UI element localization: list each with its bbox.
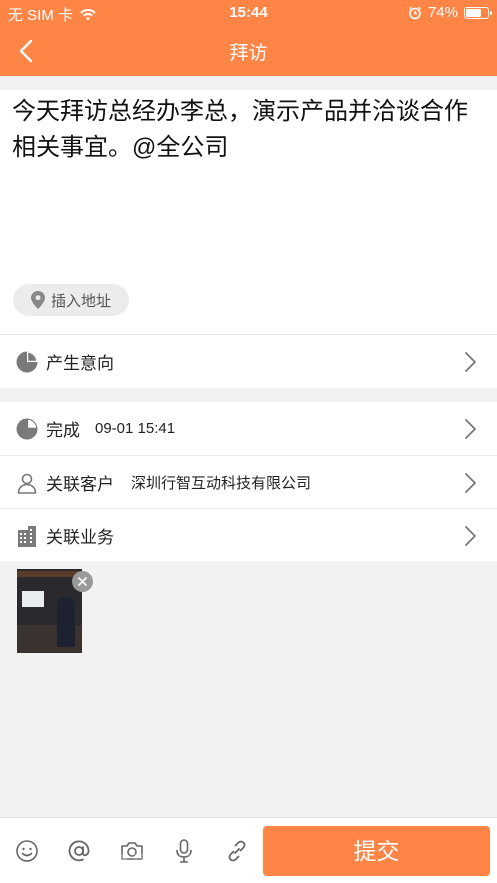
microphone-icon[interactable] xyxy=(171,838,197,864)
chevron-right-icon xyxy=(465,526,476,546)
building-icon xyxy=(18,526,36,547)
battery-fill xyxy=(466,8,481,17)
photo-detail xyxy=(22,591,44,607)
chevron-right-icon xyxy=(465,419,476,439)
insert-address-button[interactable]: 插入地址 xyxy=(13,284,129,316)
business-row[interactable]: 关联业务 xyxy=(0,509,497,562)
location-pin-icon xyxy=(31,291,45,309)
customer-row[interactable]: 关联客户 深圳行智互动科技有限公司 xyxy=(0,456,497,509)
page-title: 拜访 xyxy=(229,43,268,64)
customer-label: 关联客户 xyxy=(46,475,114,494)
compose-text[interactable]: 今天拜访总经办李总，演示产品并洽谈合作相关事宜。@全公司 xyxy=(12,94,477,166)
insert-address-label: 插入地址 xyxy=(51,292,112,310)
emoji-icon[interactable] xyxy=(14,838,40,864)
customer-value: 深圳行智互动科技有限公司 xyxy=(131,475,312,492)
pie-chart-icon xyxy=(16,418,38,440)
photo-detail xyxy=(57,597,75,647)
business-label: 关联业务 xyxy=(46,528,114,547)
status-time-value: 09-01 15:41 xyxy=(95,420,176,437)
battery-icon xyxy=(464,6,492,19)
intent-row[interactable]: 产生意向 xyxy=(0,335,497,388)
status-right: 74% xyxy=(408,4,492,21)
top-gap xyxy=(0,76,497,90)
person-icon xyxy=(17,473,37,494)
mention-icon[interactable] xyxy=(66,838,92,864)
attachments-area xyxy=(0,561,497,817)
status-label: 完成 xyxy=(46,421,80,440)
intent-label: 产生意向 xyxy=(46,354,114,373)
link-icon[interactable] xyxy=(224,838,250,864)
chevron-right-icon xyxy=(465,473,476,493)
remove-photo-button[interactable] xyxy=(72,571,93,592)
alarm-icon xyxy=(409,6,421,19)
status-bar: 无 SIM 卡 15:44 74% xyxy=(0,0,497,26)
compose-area[interactable]: 今天拜访总经办李总，演示产品并洽谈合作相关事宜。@全公司 插入地址 xyxy=(0,90,497,335)
camera-icon[interactable] xyxy=(119,838,145,864)
chevron-right-icon xyxy=(465,352,476,372)
pie-chart-icon xyxy=(16,351,38,373)
bottom-toolbar: 提交 8JSJXY.COM xyxy=(0,817,497,883)
close-icon xyxy=(78,577,87,586)
submit-button[interactable]: 提交 xyxy=(263,826,490,876)
nav-bar: 拜访 xyxy=(0,26,497,76)
battery-percent: 74% xyxy=(427,4,458,21)
status-row[interactable]: 完成 09-01 15:41 xyxy=(0,402,497,455)
